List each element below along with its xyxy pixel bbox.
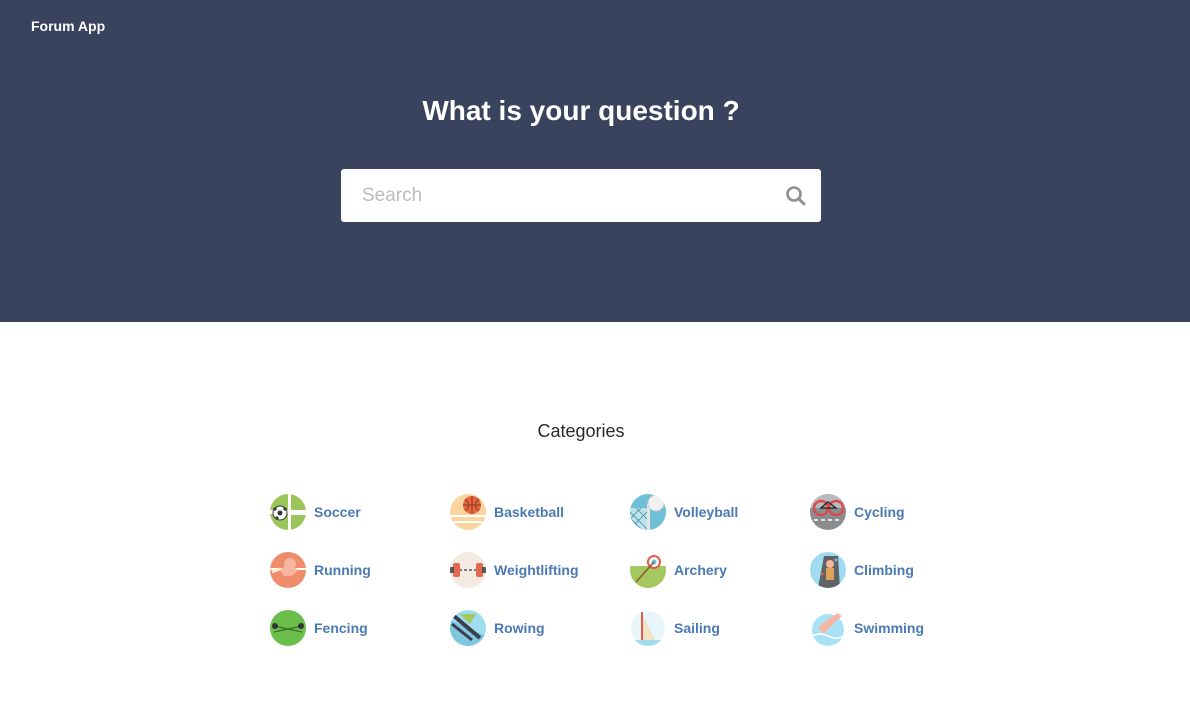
category-sailing[interactable]: Sailing	[630, 610, 720, 646]
category-running[interactable]: Running	[270, 552, 371, 588]
category-label: Weightlifting	[494, 562, 579, 578]
soccer-icon	[270, 494, 306, 530]
rowing-icon	[450, 610, 486, 646]
running-icon	[270, 552, 306, 588]
category-volleyball[interactable]: Volleyball	[630, 494, 738, 530]
page-title: What is your question ?	[422, 95, 740, 126]
swimming-icon	[810, 610, 846, 646]
category-climbing[interactable]: Climbing	[810, 552, 914, 588]
category-label: Archery	[674, 562, 727, 578]
category-swimming[interactable]: Swimming	[810, 610, 924, 646]
category-label: Running	[314, 562, 371, 578]
sailing-icon	[630, 610, 666, 646]
category-label: Soccer	[314, 504, 361, 520]
category-label: Climbing	[854, 562, 914, 578]
category-archery[interactable]: Archery	[630, 552, 727, 588]
search-box	[341, 169, 821, 222]
hero-header: Forum App What is your question ?	[0, 0, 1190, 322]
cycling-icon	[810, 494, 846, 530]
volleyball-icon	[630, 494, 666, 530]
category-weightlifting[interactable]: Weightlifting	[450, 552, 579, 588]
category-label: Fencing	[314, 620, 368, 636]
category-label: Volleyball	[674, 504, 739, 520]
category-cycling[interactable]: Cycling	[810, 494, 905, 530]
climbing-icon	[810, 552, 846, 588]
category-label: Cycling	[854, 504, 905, 520]
categories-section: Categories Soccer Basketball Volleyball …	[0, 322, 1190, 705]
fencing-icon	[270, 610, 306, 646]
category-fencing[interactable]: Fencing	[270, 610, 368, 646]
archery-icon	[630, 552, 666, 588]
category-soccer[interactable]: Soccer	[270, 494, 361, 530]
category-label: Rowing	[494, 620, 545, 636]
categories-title: Categories	[537, 421, 625, 441]
weightlifting-icon	[450, 552, 486, 588]
brand-link[interactable]: Forum App	[31, 17, 105, 35]
category-rowing[interactable]: Rowing	[450, 610, 545, 646]
basketball-icon	[450, 494, 486, 530]
category-label: Swimming	[854, 620, 925, 636]
search-icon[interactable]	[785, 185, 807, 207]
category-basketball[interactable]: Basketball	[450, 494, 564, 530]
category-label: Sailing	[674, 620, 720, 636]
search-input[interactable]	[341, 169, 771, 222]
category-label: Basketball	[494, 504, 565, 520]
